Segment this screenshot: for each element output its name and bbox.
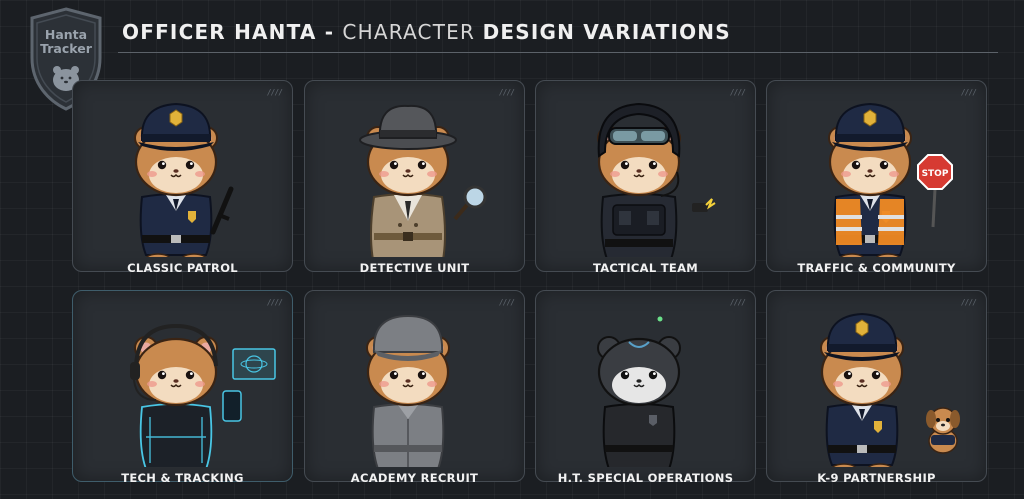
card-label: TACTICAL TEAM — [592, 261, 699, 275]
card-label: CLASSIC PATROL — [127, 261, 238, 275]
card-label: K-9 PARTNERSHIP — [817, 471, 936, 485]
card-academy-recruit[interactable]: //// ACADEMY RECRUIT — [304, 290, 525, 485]
traffic-hamster-illustration: STOP — [827, 103, 953, 257]
card-label: ACADEMY RECRUIT — [350, 471, 479, 485]
taser-icon — [692, 198, 716, 212]
page-title: OFFICER HANTA - CHARACTER DESIGN VARIATI… — [122, 20, 731, 44]
card-tech-tracking[interactable]: //// TECH & TRACKING — [72, 290, 293, 485]
magnifying-glass-icon — [453, 185, 487, 221]
indicator-light-icon — [657, 316, 663, 322]
classic-patrol-hamster-illustration — [133, 103, 234, 257]
card-detective-unit[interactable]: //// DETECTIVE UNIT — [304, 80, 525, 275]
card-label: TRAFFIC & COMMUNITY — [797, 261, 956, 275]
title-character-name: OFFICER HANTA - — [122, 20, 343, 44]
k9-hamster-illustration — [819, 313, 960, 467]
recruit-hamster-illustration — [365, 314, 451, 467]
card-special-operations[interactable]: //// H.T. SPECIAL OPERATIONS — [535, 290, 756, 485]
special-ops-hamster-illustration — [597, 316, 681, 467]
card-label: H.T. SPECIAL OPERATIONS — [557, 471, 734, 485]
stop-sign-text: STOP — [922, 169, 949, 179]
hologram-screen-icon — [232, 348, 276, 380]
card-label: DETECTIVE UNIT — [359, 261, 470, 275]
phone-icon — [222, 390, 242, 422]
detective-hamster-illustration — [359, 104, 487, 257]
tactical-hamster-illustration — [596, 102, 716, 257]
badge-line-2: Tracker — [40, 41, 92, 56]
card-k9-partnership[interactable]: //// K-9 PARTNERSHIP — [766, 290, 987, 485]
baton-icon — [210, 186, 234, 235]
card-traffic-community[interactable]: //// STOP TRAFFIC & COMMUNITY — [766, 80, 987, 275]
tech-hamster-illustration — [130, 323, 276, 467]
title-subject: DESIGN VARIATIONS — [482, 20, 731, 44]
stop-sign-icon: STOP — [917, 154, 953, 228]
card-label: TECH & TRACKING — [121, 471, 244, 485]
badge-line-1: Hanta — [44, 27, 88, 42]
badge-title: Hanta Tracker — [28, 28, 104, 56]
card-tactical-team[interactable]: //// TACTICAL TEAM — [535, 80, 756, 275]
card-classic-patrol[interactable]: //// CLASSIC PATROL — [72, 80, 293, 275]
title-middle: CHARACTER — [342, 20, 483, 44]
dog-icon — [926, 407, 960, 454]
title-divider — [118, 52, 998, 53]
